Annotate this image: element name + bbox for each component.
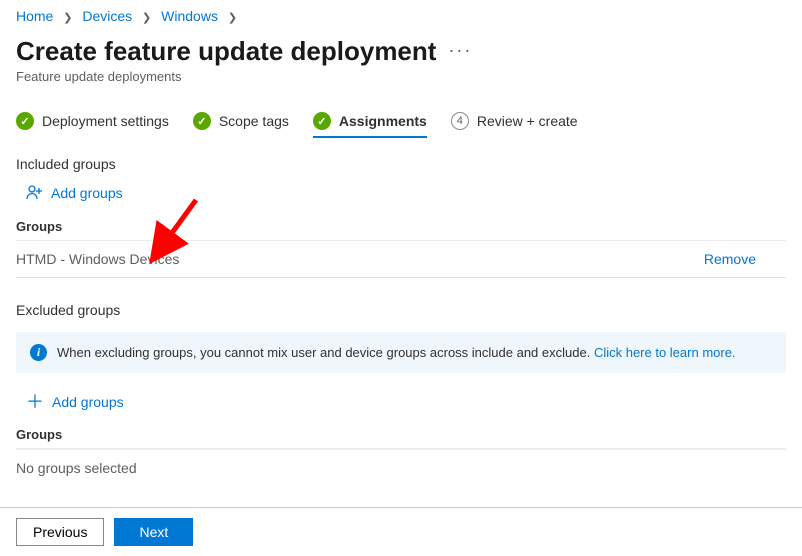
excluded-groups-header: Groups: [16, 421, 786, 449]
chevron-right-icon: ❯: [63, 11, 72, 24]
chevron-right-icon: ❯: [228, 11, 237, 24]
included-group-row: HTMD - Windows Devices Remove: [16, 241, 786, 278]
excluded-groups-label: Excluded groups: [16, 302, 786, 318]
tab-label: Deployment settings: [42, 113, 169, 129]
person-add-icon: [26, 184, 43, 201]
excluded-groups-empty: No groups selected: [16, 449, 786, 484]
page-subtitle: Feature update deployments: [16, 69, 786, 84]
wizard-tabs: ✓ Deployment settings ✓ Scope tags ✓ Ass…: [16, 108, 786, 138]
add-excluded-groups-button[interactable]: ＋ Add groups: [26, 393, 786, 411]
check-circle-icon: ✓: [16, 112, 34, 130]
info-text-body: When excluding groups, you cannot mix us…: [57, 345, 590, 360]
tab-scope-tags[interactable]: ✓ Scope tags: [193, 108, 289, 138]
add-groups-label: Add groups: [51, 185, 123, 201]
tab-review-create[interactable]: 4 Review + create: [451, 108, 578, 138]
add-included-groups-button[interactable]: Add groups: [26, 184, 786, 201]
next-button[interactable]: Next: [114, 518, 193, 546]
tab-label: Scope tags: [219, 113, 289, 129]
step-number-icon: 4: [451, 112, 469, 130]
info-message: i When excluding groups, you cannot mix …: [16, 332, 786, 373]
breadcrumb-windows[interactable]: Windows: [161, 8, 218, 24]
plus-icon: ＋: [26, 393, 44, 411]
add-groups-label: Add groups: [52, 394, 124, 410]
remove-group-button[interactable]: Remove: [704, 251, 786, 267]
breadcrumb-devices[interactable]: Devices: [82, 8, 132, 24]
included-groups-label: Included groups: [16, 156, 786, 172]
breadcrumb-home[interactable]: Home: [16, 8, 53, 24]
breadcrumb: Home ❯ Devices ❯ Windows ❯: [16, 8, 786, 24]
tab-label: Review + create: [477, 113, 578, 129]
included-groups-header: Groups: [16, 213, 786, 241]
info-icon: i: [30, 344, 47, 361]
info-learn-more-link[interactable]: Click here to learn more.: [594, 345, 736, 360]
wizard-footer: Previous Next: [0, 507, 802, 556]
chevron-right-icon: ❯: [142, 11, 151, 24]
page-title: Create feature update deployment: [16, 36, 436, 67]
tab-label: Assignments: [339, 113, 427, 129]
more-actions-icon[interactable]: ···: [448, 40, 472, 61]
tab-deployment-settings[interactable]: ✓ Deployment settings: [16, 108, 169, 138]
group-name: HTMD - Windows Devices: [16, 251, 179, 267]
check-circle-icon: ✓: [313, 112, 331, 130]
check-circle-icon: ✓: [193, 112, 211, 130]
tab-assignments[interactable]: ✓ Assignments: [313, 108, 427, 138]
info-text: When excluding groups, you cannot mix us…: [57, 345, 736, 360]
previous-button[interactable]: Previous: [16, 518, 104, 546]
